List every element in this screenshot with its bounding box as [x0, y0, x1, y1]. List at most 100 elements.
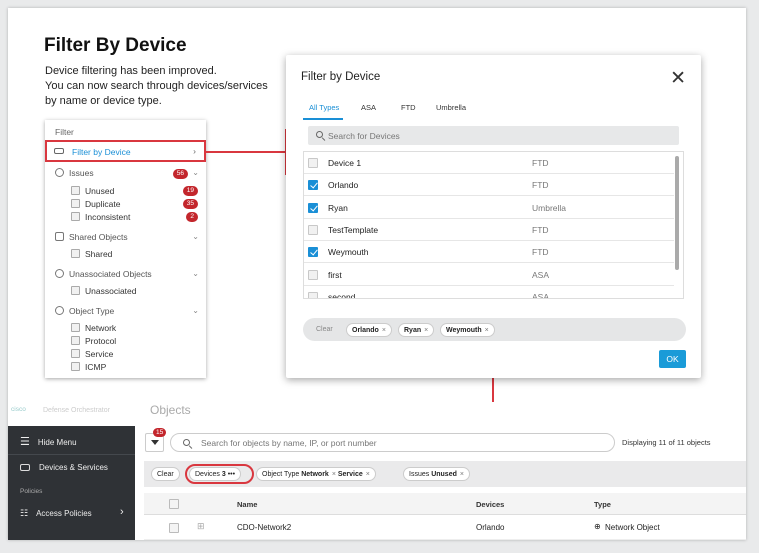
- remove-icon[interactable]: ×: [332, 471, 336, 478]
- clear-filters-button[interactable]: Clear: [151, 467, 180, 481]
- filter-checkbox-icmp[interactable]: ICMP: [71, 362, 106, 372]
- chevron-down-icon[interactable]: ⌄: [192, 269, 199, 278]
- chevron-down-icon[interactable]: ⌄: [192, 306, 199, 315]
- filter-checkbox-network[interactable]: Network: [71, 323, 116, 333]
- device-type: FTD: [532, 180, 549, 191]
- tab-umbrella[interactable]: Umbrella: [436, 103, 466, 112]
- hide-menu-button[interactable]: ☰ Hide Menu: [20, 435, 77, 448]
- device-checkbox[interactable]: [308, 180, 318, 191]
- search-icon: [183, 439, 190, 446]
- remove-icon[interactable]: ×: [485, 327, 489, 334]
- chip-value: Network: [301, 470, 329, 478]
- device-row[interactable]: Orlando FTD: [304, 174, 674, 197]
- object-type-filter-chip[interactable]: Object Type Network × Service ×: [256, 467, 376, 481]
- device-checkbox[interactable]: [308, 247, 318, 258]
- device-type: Umbrella: [532, 202, 567, 213]
- filter-checkbox-duplicate[interactable]: Duplicate: [71, 199, 120, 209]
- selected-device-chip[interactable]: Weymouth ×: [440, 323, 495, 337]
- device-checkbox[interactable]: [308, 158, 318, 168]
- checkbox-label: Shared: [85, 249, 113, 259]
- checkbox[interactable]: [71, 199, 80, 208]
- unassociated-label: Unassociated Objects: [69, 269, 152, 279]
- shared-objects-section[interactable]: Shared Objects: [55, 232, 128, 242]
- device-checkbox[interactable]: [308, 269, 318, 280]
- chevron-right-icon[interactable]: ›: [120, 506, 124, 518]
- object-type-label: Object Type: [69, 306, 115, 316]
- tab-all-types[interactable]: All Types: [309, 103, 339, 112]
- clear-selection-button[interactable]: Clear: [311, 323, 338, 337]
- device-checkbox[interactable]: [308, 202, 318, 213]
- close-icon[interactable]: ✕: [670, 67, 686, 90]
- checkbox[interactable]: [71, 249, 80, 258]
- remove-icon[interactable]: ×: [382, 327, 386, 334]
- access-policies-label: Access Policies: [36, 509, 92, 518]
- device-row[interactable]: Ryan Umbrella: [304, 197, 674, 219]
- remove-icon[interactable]: ×: [424, 327, 428, 334]
- filter-checkbox-service[interactable]: Service: [71, 349, 113, 359]
- unassociated-section[interactable]: Unassociated Objects: [55, 269, 152, 279]
- screenshot-card: Filter By Device Device filtering has be…: [8, 8, 746, 540]
- checkbox[interactable]: [71, 212, 80, 221]
- filter-checkbox-protocol[interactable]: Protocol: [71, 336, 116, 346]
- search-icon: [316, 131, 323, 138]
- column-header-devices[interactable]: Devices: [476, 500, 504, 509]
- tab-ftd[interactable]: FTD: [401, 103, 416, 112]
- checkbox[interactable]: [71, 323, 80, 332]
- remove-icon[interactable]: ×: [366, 471, 370, 478]
- device-row[interactable]: Device 1 FTD: [304, 152, 674, 174]
- device-name: Ryan: [328, 202, 348, 213]
- remove-icon[interactable]: ×: [460, 471, 464, 478]
- selected-devices-bar: Clear Orlando × Ryan × Weymouth ×: [303, 318, 686, 341]
- hide-menu-label: Hide Menu: [37, 438, 77, 447]
- filter-checkbox-shared[interactable]: Shared: [71, 249, 112, 259]
- device-name: TestTemplate: [328, 224, 379, 235]
- chevron-down-icon[interactable]: ⌄: [192, 232, 199, 241]
- device-checkbox[interactable]: [308, 224, 318, 235]
- selected-device-chip[interactable]: Ryan ×: [398, 323, 435, 337]
- checkbox[interactable]: [71, 186, 80, 195]
- device-search-input[interactable]: Search for Devices: [308, 126, 679, 145]
- objects-title: Objects: [150, 403, 191, 417]
- checkbox[interactable]: [71, 286, 80, 295]
- tab-asa[interactable]: ASA: [361, 103, 376, 112]
- expand-icon[interactable]: ⊞: [197, 521, 205, 532]
- checkbox[interactable]: [71, 349, 80, 358]
- column-header-name[interactable]: Name: [237, 500, 257, 509]
- device-name: Orlando: [328, 180, 359, 191]
- scrollbar[interactable]: [675, 156, 679, 270]
- checkbox[interactable]: [71, 362, 80, 371]
- table-header: Name Devices Type: [144, 493, 746, 515]
- object-devices: Orlando: [476, 523, 505, 532]
- object-name: CDO-Network2: [237, 523, 292, 532]
- count-badge: 19: [182, 186, 198, 196]
- ok-button[interactable]: OK: [659, 350, 686, 368]
- sidebar-item-access-policies[interactable]: ☷ Access Policies: [20, 508, 92, 519]
- selected-device-chip[interactable]: Orlando ×: [346, 323, 392, 337]
- device-type: ASA: [532, 291, 550, 299]
- filter-checkbox-inconsistent[interactable]: Inconsistent: [71, 212, 130, 222]
- object-type-section[interactable]: Object Type: [55, 306, 114, 316]
- device-row[interactable]: Weymouth FTD: [304, 241, 674, 264]
- filter-checkbox-unassociated[interactable]: Unassociated: [71, 286, 137, 296]
- filter-by-device-item[interactable]: Filter by Device ›: [45, 140, 206, 162]
- filter-checkbox-unused[interactable]: Unused: [71, 186, 114, 196]
- device-row[interactable]: TestTemplate FTD: [304, 219, 674, 241]
- device-row[interactable]: first ASA: [304, 264, 674, 286]
- page-title: Filter By Device: [44, 35, 187, 56]
- object-search-input[interactable]: Search for objects by name, IP, or port …: [170, 433, 615, 452]
- device-row[interactable]: second ASA: [304, 286, 674, 299]
- chip-label: Issues: [409, 470, 430, 478]
- device-icon: [20, 464, 30, 471]
- chip-value: Service: [337, 470, 363, 478]
- select-all-checkbox[interactable]: [169, 499, 179, 509]
- table-row[interactable]: ⊞ CDO-Network2 Orlando ⊕ Network Object: [144, 515, 746, 540]
- network-icon: [55, 306, 64, 315]
- row-checkbox[interactable]: [169, 523, 179, 533]
- checkbox[interactable]: [71, 336, 80, 345]
- column-header-type[interactable]: Type: [594, 500, 611, 509]
- device-checkbox[interactable]: [308, 291, 318, 298]
- chevron-down-icon[interactable]: ⌄: [192, 168, 199, 177]
- issues-filter-chip[interactable]: Issues Unused ×: [403, 467, 470, 481]
- sidebar-item-devices-services[interactable]: Devices & Services: [20, 463, 108, 472]
- issues-section[interactable]: Issues: [55, 168, 94, 178]
